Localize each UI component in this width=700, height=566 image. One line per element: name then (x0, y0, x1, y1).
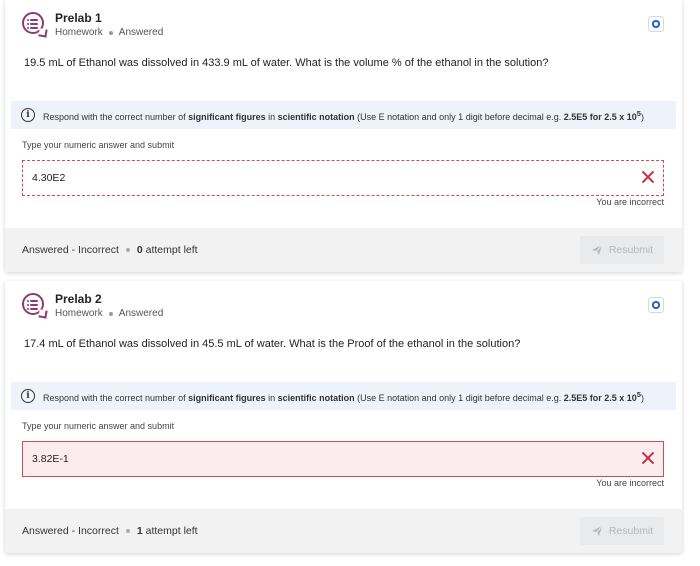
info-icon: i (21, 108, 35, 122)
send-icon (591, 525, 603, 536)
card-title: Prelab 1 (55, 11, 102, 25)
instruction-banner: i Respond with the correct number of sig… (11, 101, 676, 129)
answer-field-label: Type your numeric answer and submit (22, 140, 175, 150)
question-list-icon (22, 293, 44, 315)
answer-value: 4.30E2 (32, 172, 66, 184)
bookmark-icon[interactable] (648, 16, 664, 32)
resubmit-button[interactable]: Resubmit (580, 236, 664, 264)
card-footer: Answered - Incorrect 1 attempt left Resu… (5, 509, 682, 553)
answer-field-label: Type your numeric answer and submit (22, 421, 175, 431)
question-list-icon (22, 12, 44, 34)
footer-status: Answered - Incorrect (22, 525, 119, 537)
meta-separator-dot (108, 30, 113, 35)
footer-separator-dot (125, 248, 130, 252)
info-icon: i (21, 389, 35, 403)
meta-separator-dot (108, 311, 113, 316)
hint-text: Respond with the correct number of signi… (43, 389, 644, 403)
resubmit-label: Resubmit (608, 525, 654, 537)
incorrect-x-icon (641, 170, 655, 184)
bookmark-icon[interactable] (648, 297, 664, 313)
card-meta: Homework Answered (55, 308, 163, 319)
card-status: Answered (118, 27, 164, 38)
question-text: 17.4 mL of Ethanol was dissolved in 45.5… (24, 338, 521, 350)
feedback-text: You are incorrect (596, 478, 664, 488)
feedback-text: You are incorrect (596, 197, 664, 207)
card-status: Answered (118, 308, 164, 319)
card-type: Homework (55, 27, 103, 38)
question-text: 19.5 mL of Ethanol was dissolved in 433.… (24, 57, 549, 69)
footer-separator-dot (125, 529, 130, 533)
footer-status: Answered - Incorrect (22, 244, 119, 256)
card-title: Prelab 2 (55, 292, 102, 306)
send-icon (591, 244, 603, 255)
question-card-prelab-1: Prelab 1 Homework Answered 19.5 mL of Et… (5, 0, 682, 272)
attempts-left: 0 attempt left (136, 244, 198, 256)
card-type: Homework (55, 308, 103, 319)
resubmit-label: Resubmit (608, 244, 654, 256)
instruction-banner: i Respond with the correct number of sig… (11, 382, 676, 410)
attempts-left: 1 attempt left (136, 525, 198, 537)
answer-input[interactable]: 3.82E-1 (22, 441, 664, 477)
incorrect-x-icon (641, 451, 655, 465)
resubmit-button[interactable]: Resubmit (580, 517, 664, 545)
hint-text: Respond with the correct number of signi… (43, 108, 644, 122)
card-footer: Answered - Incorrect 0 attempt left Resu… (5, 228, 682, 272)
answer-input[interactable]: 4.30E2 (22, 160, 664, 196)
card-meta: Homework Answered (55, 27, 163, 38)
answer-value: 3.82E-1 (32, 453, 69, 465)
question-card-prelab-2: Prelab 2 Homework Answered 17.4 mL of Et… (5, 281, 682, 553)
